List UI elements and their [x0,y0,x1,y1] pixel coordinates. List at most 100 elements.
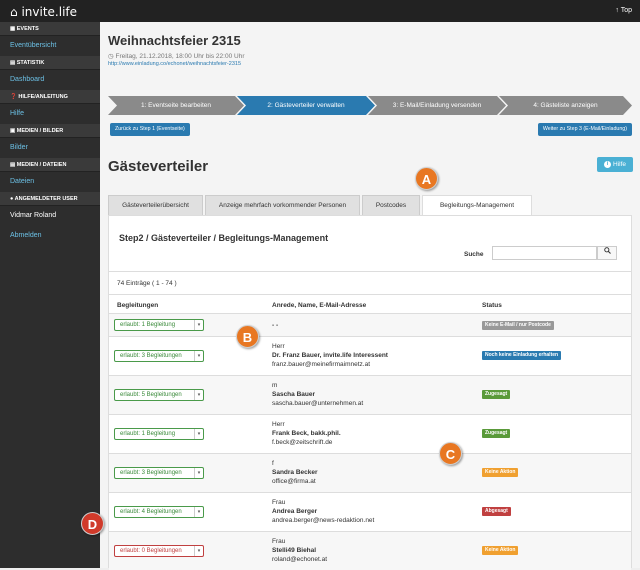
guest-name: Sandra Becker [272,469,318,476]
guest-email: franz.bauer@meinefirmaimnetz.at [272,361,370,368]
guest-salutation: m [272,382,278,389]
status-badge: Zugesagt [482,429,511,438]
event-url[interactable]: http://www.einladung.co/echonet/weihnach… [108,61,241,67]
event-date: ◷ Freitag, 21.12.2018, 18:00 Uhr bis 22:… [108,52,244,60]
status-badge: Abgesagt [482,507,511,516]
guest-salutation: f [272,460,274,467]
table-row: erlaubt: 3 Begleitungen ▾ Herr Dr. Franz … [109,336,631,375]
caret-icon: ▾ [194,351,203,361]
sidebar-item-eventuebersicht[interactable]: Eventübersicht [0,36,100,56]
begleitung-select[interactable]: erlaubt: 5 Begleitungen ▾ [114,389,204,401]
sidebar-header-label: STATISTIK [16,60,45,66]
sidebar-item-dateien[interactable]: Dateien [0,172,100,192]
select-value: erlaubt: 3 Begleitungen [120,470,182,476]
sidebar-item-hilfe[interactable]: Hilfe [0,104,100,124]
event-date-text: Freitag, 21.12.2018, 18:00 Uhr bis 22:00… [115,53,245,60]
tab-begleitungs-management[interactable]: Begleitungs-Management [422,195,532,216]
callout-marker-a: A [415,167,438,190]
logo-text: invite.life [21,5,78,19]
step-4[interactable]: 4: Gästeliste anzeigen [499,96,632,115]
sidebar-header-statistik: ▤ STATISTIK [0,56,100,70]
begleitung-select[interactable]: erlaubt: 3 Begleitungen ▾ [114,350,204,362]
begleitung-select[interactable]: erlaubt: 0 Begleitungen ▾ [114,545,204,557]
select-value: erlaubt: 4 Begleitungen [120,509,182,515]
guest-email: f.beck@zeitschrift.de [272,439,333,446]
guest-name: Andrea Berger [272,508,318,515]
image-icon: ▣ [10,128,16,134]
begleitung-select[interactable]: erlaubt: 1 Begleitung ▾ [114,319,204,331]
callout-marker-d: D [81,512,104,535]
sidebar-item-dashboard[interactable]: Dashboard [0,70,100,90]
guest-name: Sascha Bauer [272,391,315,398]
sidebar-header-label: ANGEMELDETER USER [14,196,78,202]
status-badge: Zugesagt [482,390,511,399]
sidebar-item-bilder[interactable]: Bilder [0,138,100,158]
caret-icon: ▾ [194,320,203,330]
guest-info: Herr Frank Beck, bakk.phil. f.beck@zeits… [272,420,341,447]
divider [109,271,631,272]
step-3[interactable]: 3: E-Mail/Einladung versenden [368,96,506,115]
guest-info: Frau Stelli49 Biehal roland@echonet.at [272,537,327,564]
status-badge: Noch keine Einladung erhalten [482,351,562,360]
step-wizard: 1: Eventseite bearbeiten 2: Gästeverteil… [108,96,632,115]
table-row: erlaubt: 3 Begleitungen ▾ f Sandra Becker… [109,453,631,492]
search-button[interactable] [597,246,617,260]
caret-icon: ▾ [194,390,203,400]
select-value: erlaubt: 3 Begleitungen [120,353,182,359]
sidebar-header-bilder: ▣ MEDIEN / BILDER [0,124,100,138]
begleitung-select[interactable]: erlaubt: 3 Begleitungen ▾ [114,467,204,479]
caret-icon: ▾ [194,507,203,517]
guest-salutation: Frau [272,538,286,545]
sidebar-user-name: Vidmar Roland [10,212,57,219]
callout-marker-b: B [236,325,259,348]
clock-icon: ◷ [108,53,114,60]
guest-email: sascha.bauer@unternehmen.at [272,400,364,407]
select-value: erlaubt: 1 Begleitung [120,322,176,328]
sidebar-header-label: MEDIEN / BILDER [16,128,64,134]
guest-name: Dr. Franz Bauer, invite.life Interessent [272,352,388,359]
guest-info: - - [272,321,278,330]
sidebar-item-abmelden[interactable]: Abmelden [0,226,100,246]
header-status: Status [482,302,502,309]
sidebar-header-hilfe: ❓ HILFE/ANLEITUNG [0,90,100,104]
guest-email: roland@echonet.at [272,556,328,563]
guest-salutation: Herr [272,421,285,428]
app-logo[interactable]: ⌂ invite.life [10,5,77,19]
panel-title: Step2 / Gästeverteiler / Begleitungs-Man… [119,233,329,243]
select-value: erlaubt: 5 Begleitungen [120,392,182,398]
tab-mehrfach-personen[interactable]: Anzeige mehrfach vorkommender Personen [205,195,360,215]
guest-salutation: Herr [272,343,285,350]
tab-gaesteverteileruebersicht[interactable]: Gästeverteilerübersicht [108,195,203,215]
next-step-button[interactable]: Weiter zu Step 3 (E-Mail/Einladung) [537,123,632,136]
step-1[interactable]: 1: Eventseite bearbeiten [108,96,244,115]
user-icon: ● [10,196,14,202]
divider [109,294,631,295]
back-step-button[interactable]: Zurück zu Step 1 (Eventseite) [110,123,190,136]
help-button[interactable]: i Hilfe [597,157,633,172]
tab-postcodes[interactable]: Postcodes [362,195,420,215]
search-input[interactable] [492,246,597,260]
begleitung-select[interactable]: erlaubt: 1 Begleitung ▾ [114,428,204,440]
guest-table: erlaubt: 1 Begleitung ▾ - - Keine E-Mail … [109,313,631,570]
content-panel: Step2 / Gästeverteiler / Begleitungs-Man… [108,216,632,570]
sidebar-header-label: EVENTS [16,26,39,32]
select-value: erlaubt: 0 Begleitungen [120,548,182,554]
top-link[interactable]: ↑ Top [615,7,632,14]
entry-count: 74 Einträge ( 1 - 74 ) [117,280,177,287]
step-2[interactable]: 2: Gästeverteiler verwalten [237,96,375,115]
caret-icon: ▾ [194,468,203,478]
table-row: erlaubt: 1 Begleitung ▾ Herr Frank Beck, … [109,414,631,453]
folder-icon: ▤ [10,162,16,168]
status-badge: Keine Aktion [482,468,519,477]
guest-info: Frau Andrea Berger andrea.berger@news-re… [272,498,374,525]
begleitung-select[interactable]: erlaubt: 4 Begleitungen ▾ [114,506,204,518]
search-icon [603,247,611,254]
callout-marker-c: C [439,442,462,465]
guest-info: f Sandra Becker office@firma.at [272,459,318,486]
guest-info: m Sascha Bauer sascha.bauer@unternehmen.… [272,381,363,408]
status-badge: Keine Aktion [482,546,519,555]
header-name: Anrede, Name, E-Mail-Adresse [272,302,367,309]
sidebar-header-label: HILFE/ANLEITUNG [18,94,68,100]
guest-name: Frank Beck, bakk.phil. [272,430,341,437]
sidebar-header-user: ● ANGEMELDETER USER [0,192,100,206]
